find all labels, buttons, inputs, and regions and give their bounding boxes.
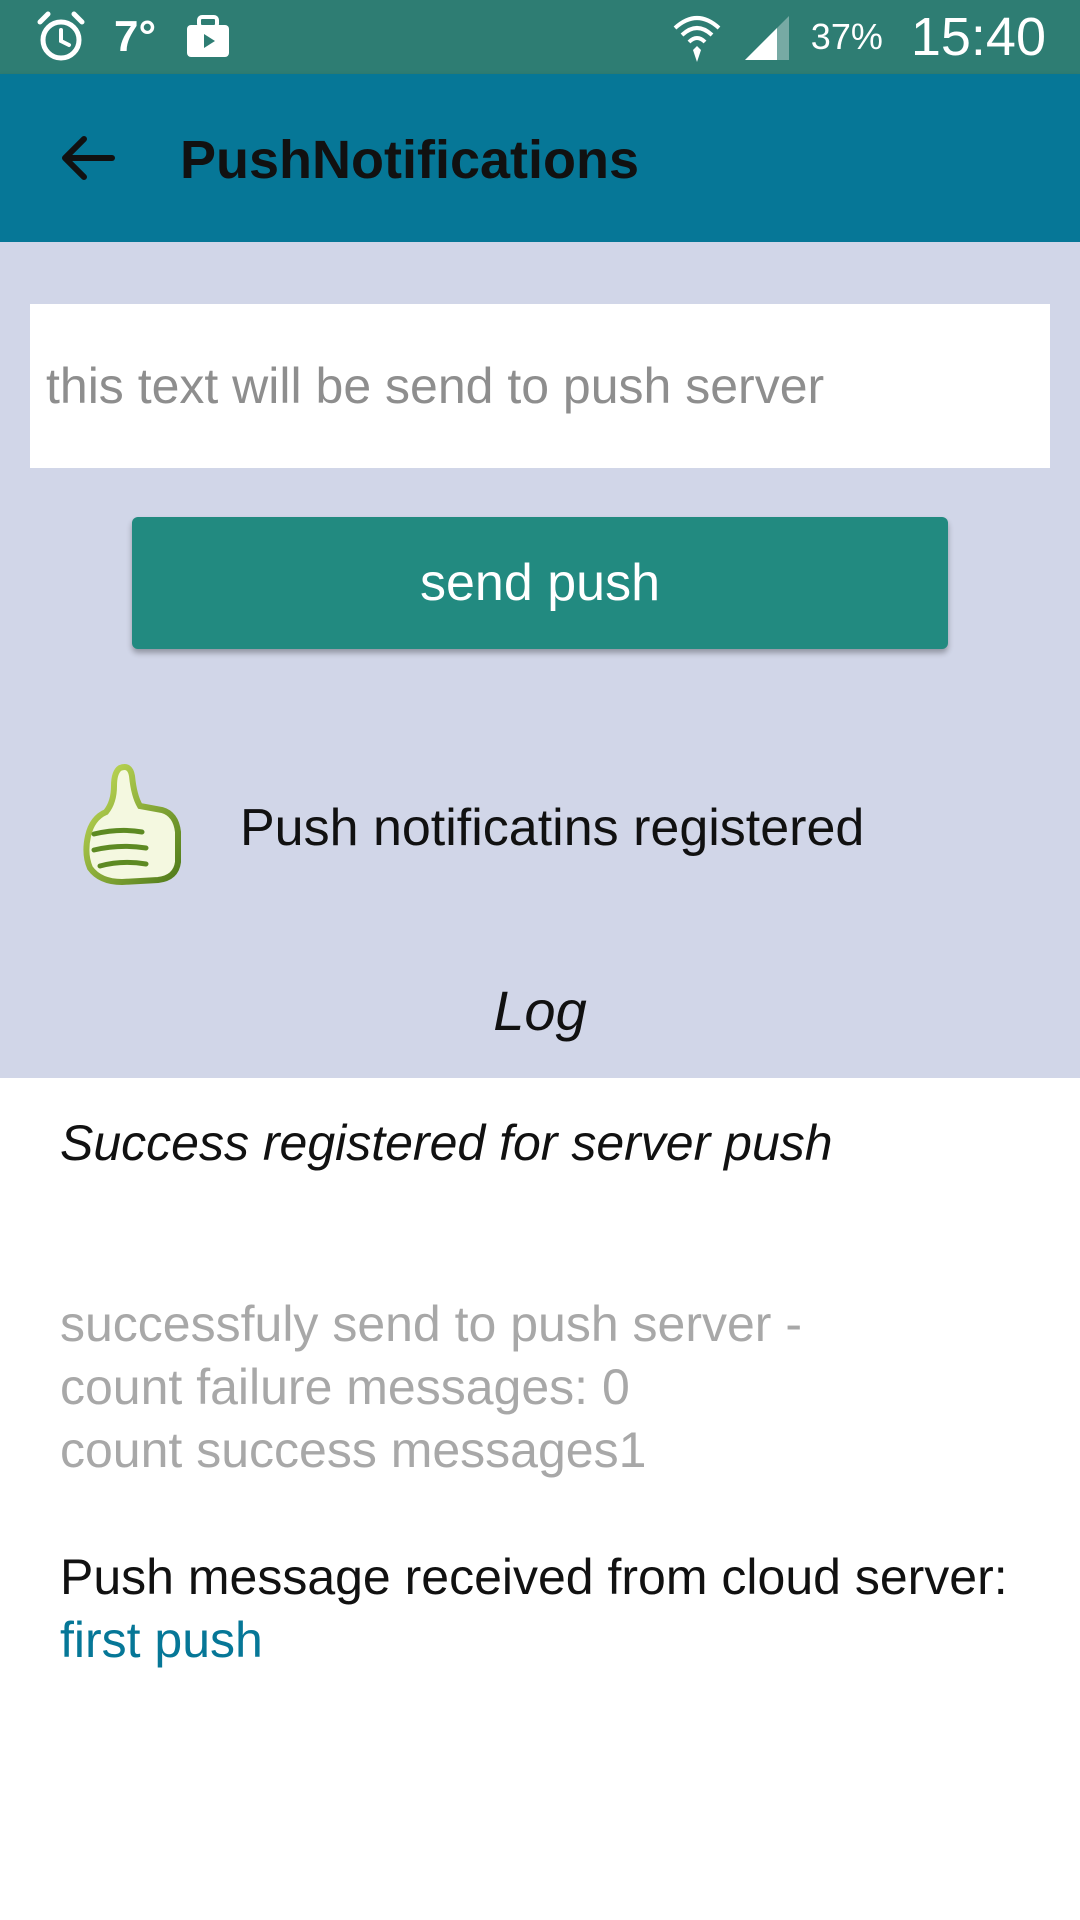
status-bar-right: 37% 15:40 (671, 8, 1046, 66)
briefcase-icon (187, 15, 230, 57)
main-content: send push Push notificatins registered L… (0, 242, 1080, 1078)
signal-icon (744, 16, 789, 60)
arrow-back-icon[interactable] (54, 124, 122, 192)
registration-status: Push notificatins registered (80, 762, 1040, 892)
received-message: first push (60, 1612, 263, 1668)
thumbs-up-icon (83, 764, 181, 886)
push-message-input[interactable] (30, 304, 1050, 468)
clock-text: 15:40 (910, 7, 1046, 67)
received-prefix: Push message received from cloud server: (60, 1549, 1008, 1605)
log-entry-registered: Success registered for server push (60, 1115, 833, 1171)
send-push-button[interactable]: send push (132, 517, 948, 649)
battery-percentage: 37% (810, 16, 883, 57)
status-bar: 7° 37% 15:40 (0, 0, 1080, 74)
status-bar-left: 7° (36, 10, 232, 64)
wifi-icon (673, 16, 721, 62)
registration-status-text: Push notificatins registered (240, 799, 865, 857)
log-entry-send-result: successfuly send to push server - count … (60, 1296, 802, 1478)
log-list: Success registered for server push succe… (60, 1112, 1040, 1672)
log-title: Log (493, 979, 587, 1042)
page-title: PushNotifications (180, 130, 640, 190)
temperature-text: 7° (114, 12, 157, 61)
app-bar: PushNotifications (0, 74, 1080, 242)
log-entry-received: Push message received from cloud server:… (60, 1546, 1040, 1672)
alarm-icon (37, 11, 85, 61)
